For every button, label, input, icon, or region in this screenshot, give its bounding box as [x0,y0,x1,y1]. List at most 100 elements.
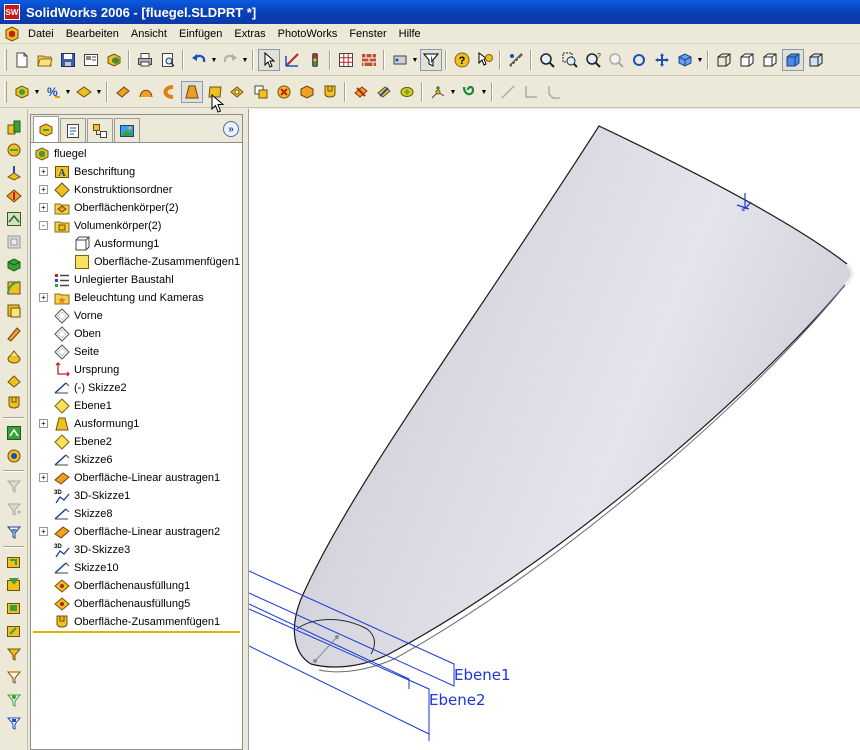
rollback-bar[interactable] [33,631,240,633]
hidden-lines-icon[interactable] [736,49,758,71]
tree-item[interactable]: + Konstruktionsordner [31,181,242,199]
table-pattern-disabled-icon[interactable] [3,498,25,520]
revolved-cut-icon[interactable] [3,254,25,276]
brick-wall-icon[interactable] [358,49,380,71]
tree-item[interactable]: + Beleuchtung und Kameras [31,289,242,307]
plane-label-ebene1[interactable]: Ebene1 [454,666,511,684]
rotate-view-icon[interactable] [628,49,650,71]
tree-item[interactable]: Oberfläche-Zusammenfügen1 [31,253,242,271]
swept-boss-icon[interactable] [3,162,25,184]
redo-icon[interactable] [219,49,241,71]
surface-offset-tool-icon[interactable] [227,81,249,103]
tree-item[interactable]: 3D 3D-Skizze1 [31,487,242,505]
helix-dropdown-icon[interactable]: ▼ [480,81,488,103]
sketch-mode-icon[interactable] [281,49,303,71]
curve-driven-disabled-icon[interactable] [3,475,25,497]
percent-dropdown-icon[interactable]: ▼ [64,81,72,103]
make-assembly-icon[interactable] [103,49,125,71]
thicken-icon[interactable] [3,208,25,230]
expand-toggle-icon[interactable]: + [39,293,48,302]
tree-item[interactable]: Vorne [31,307,242,325]
rib-icon[interactable] [3,323,25,345]
measure-tool-icon[interactable] [505,49,527,71]
tree-item[interactable]: Ausformung1 [31,235,242,253]
solidworks-app-icon[interactable]: SW [4,4,20,20]
expand-toggle-icon[interactable]: + [39,527,48,536]
surface-untrim-icon[interactable] [373,81,395,103]
tree-item[interactable]: + A Beschriftung [31,163,242,181]
collapse-toggle-icon[interactable]: - [39,221,48,230]
model-view[interactable]: * [249,109,860,750]
filter-solid-bodies-icon[interactable] [3,712,25,734]
tree-item[interactable]: Skizze8 [31,505,242,523]
tree-item[interactable]: 3D 3D-Skizze3 [31,541,242,559]
pan-view-icon[interactable] [651,49,673,71]
whats-this-help-icon[interactable] [474,49,496,71]
surface-delete-face-icon[interactable] [273,81,295,103]
part-features-icon[interactable] [11,81,33,103]
dome-icon[interactable] [3,369,25,391]
extruded-boss-icon[interactable] [3,116,25,138]
help-question-icon[interactable]: ? [451,49,473,71]
print-preview-icon[interactable] [157,49,179,71]
tab-feature-manager[interactable] [33,116,59,142]
reference-geometry-dropdown-icon[interactable]: ▼ [95,81,103,103]
undo-dropdown-icon[interactable]: ▼ [210,49,218,71]
shell-icon[interactable] [3,300,25,322]
surface-fill-tool-icon[interactable] [396,81,418,103]
expand-panel-icon[interactable]: » [223,121,239,137]
tab-property-manager[interactable] [60,118,86,142]
tab-photoworks[interactable] [114,118,140,142]
filter-faces-icon[interactable] [3,521,25,543]
make-drawing-icon[interactable] [80,49,102,71]
print-icon[interactable] [134,49,156,71]
tree-item[interactable]: (-) Skizze2 [31,379,242,397]
tree-root[interactable]: fluegel [31,145,242,163]
options-toolbar-icon[interactable] [389,49,411,71]
save-icon[interactable] [57,49,79,71]
sketch-line-icon[interactable] [497,81,519,103]
surface-trim-icon[interactable] [350,81,372,103]
hidden-lines-removed-icon[interactable] [759,49,781,71]
tree-item[interactable]: Oberflächenausfüllung5 [31,595,242,613]
sketch-corner-icon[interactable] [520,81,542,103]
reference-geometry-icon[interactable] [73,81,95,103]
linear-pattern-icon[interactable] [3,422,25,444]
undo-icon[interactable] [188,49,210,71]
tree-item[interactable]: Ursprung [31,361,242,379]
zoom-to-selection-icon[interactable] [605,49,627,71]
menu-photoworks[interactable]: PhotoWorks [272,25,344,43]
tree-item[interactable]: Skizze10 [31,559,242,577]
tree-item[interactable]: Skizze6 [31,451,242,469]
tree-item[interactable]: Ebene1 [31,397,242,415]
tree-item[interactable]: - Volumenkörper(2) [31,217,242,235]
tree-item[interactable]: Oben [31,325,242,343]
filter-sketch-icon[interactable] [3,643,25,665]
expand-toggle-icon[interactable]: + [39,185,48,194]
wireframe-icon[interactable] [713,49,735,71]
expand-toggle-icon[interactable]: + [39,419,48,428]
tree-item[interactable]: Seite [31,343,242,361]
new-document-icon[interactable] [11,49,33,71]
zoom-to-fit-icon[interactable] [536,49,558,71]
zoom-area-icon[interactable] [559,49,581,71]
options-dropdown-icon[interactable]: ▼ [411,49,419,71]
toolbar-grip[interactable] [4,49,7,71]
menu-bearbeiten[interactable]: Bearbeiten [60,25,125,43]
part-features-dropdown-icon[interactable]: ▼ [33,81,41,103]
surface-sweep-tool-icon[interactable] [158,81,180,103]
tree-item[interactable]: Ebene2 [31,433,242,451]
plane-label-ebene2[interactable]: Ebene2 [429,691,486,709]
zoom-in-out-icon[interactable]: ? [582,49,604,71]
sketch-chamfer-icon[interactable] [543,81,565,103]
menu-hilfe[interactable]: Hilfe [393,25,427,43]
menu-extras[interactable]: Extras [228,25,271,43]
mirror-icon[interactable] [3,392,25,414]
shaded-with-edges-icon[interactable] [805,49,827,71]
surface-knit-tool-icon[interactable] [319,81,341,103]
surface-extrude-tool-icon[interactable] [112,81,134,103]
view-orientation-icon[interactable] [674,49,696,71]
select-vertices-icon[interactable] [3,597,25,619]
filter-select-icon[interactable] [419,49,442,71]
tab-configuration-manager[interactable] [87,118,113,142]
